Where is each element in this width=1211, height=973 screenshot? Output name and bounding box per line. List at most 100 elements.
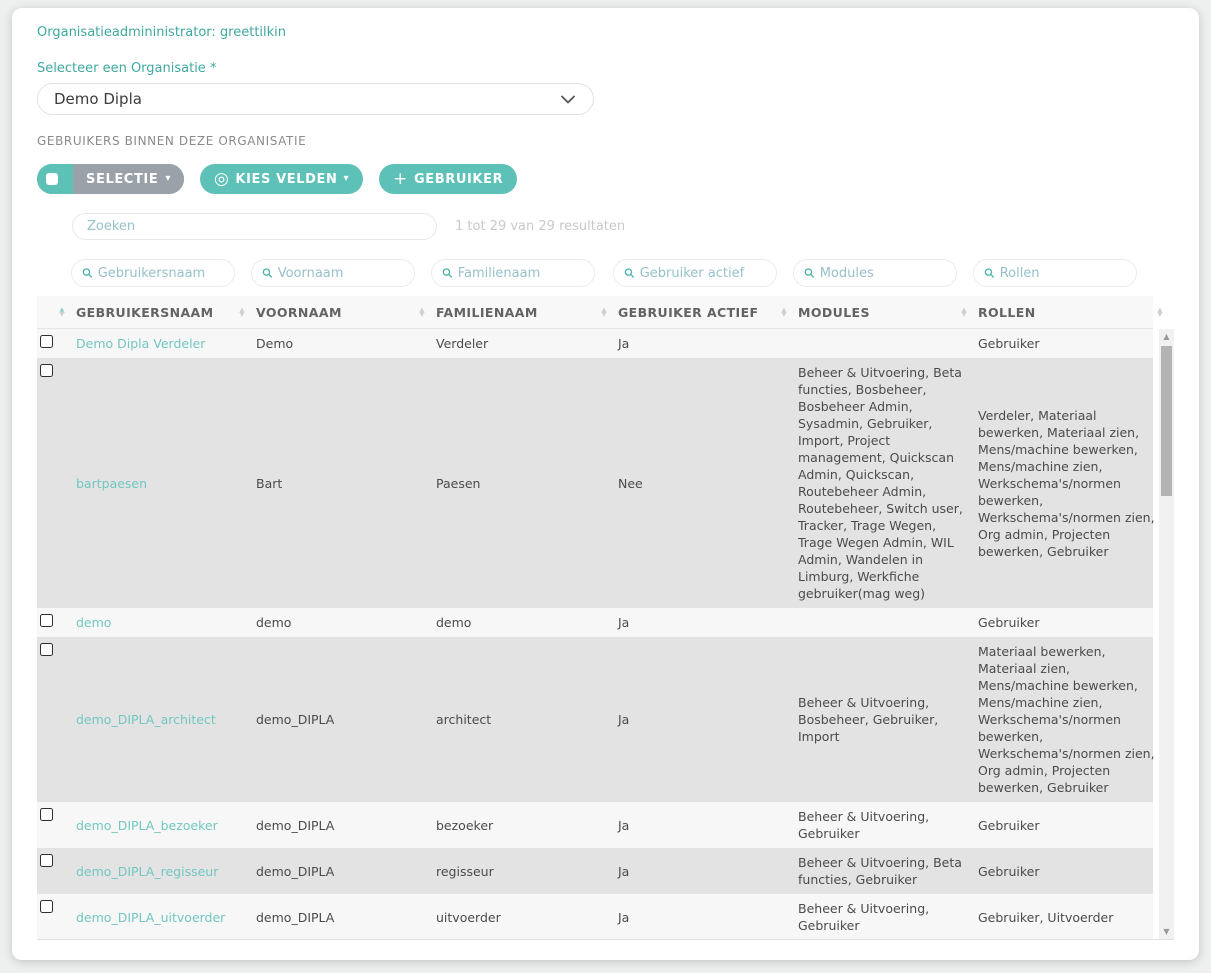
header-gebruiker-actief[interactable]: GEBRUIKER ACTIEF ▲▼ [613,296,793,328]
row-checkbox[interactable] [40,335,53,348]
username-link[interactable]: bartpaesen [71,358,251,608]
sort-icon[interactable]: ▲▼ [419,308,431,317]
sort-icon[interactable]: ▲▼ [961,308,973,317]
actief-cell: Ja [613,848,793,894]
familienaam-cell: Verdeler [431,329,613,358]
header-modules[interactable]: MODULES ▲▼ [793,296,973,328]
organisation-select[interactable]: Demo Dipla [37,83,594,115]
voornaam-cell: demo_DIPLA [251,848,431,894]
results-count: 1 tot 29 van 29 resultaten [455,219,625,234]
filter-gebruikersnaam[interactable] [71,259,235,287]
sort-icon[interactable]: ▲▼ [59,308,71,317]
familienaam-cell: Paesen [431,358,613,608]
filter-familienaam-input[interactable] [458,266,586,281]
filter-rollen[interactable] [973,259,1137,287]
row-checkbox[interactable] [40,854,53,867]
rollen-cell: Gebruiker [973,608,1169,637]
filter-modules-input[interactable] [820,266,948,281]
sort-icon[interactable]: ▲▼ [1157,308,1169,317]
selectie-checkbox-segment[interactable] [37,164,67,194]
actief-cell: Ja [613,637,793,802]
table-row: bartpaesen Bart Paesen Nee Beheer & Uitv… [37,358,1153,608]
header-voornaam[interactable]: VOORNAAM ▲▼ [251,296,431,328]
table-row: demo_DIPLA_architect demo_DIPLA architec… [37,637,1153,802]
eye-icon: ◎ [214,171,229,188]
org-admin-label: Organisatieadmininistrator: greettilkin [37,25,1174,40]
header-rollen[interactable]: ROLLEN ▲▼ [973,296,1169,328]
username-link[interactable]: demo_DIPLA_architect [71,637,251,802]
caret-down-icon: ▾ [165,174,171,184]
table-row: Demo Dipla Verdeler Demo Verdeler Ja Geb… [37,329,1153,358]
table-row: demo_DIPLA_regisseur demo_DIPLA regisseu… [37,848,1153,894]
actief-cell: Ja [613,608,793,637]
row-checkbox[interactable] [40,808,53,821]
selectie-button[interactable]: SELECTIE ▾ [37,164,184,194]
familienaam-cell: architect [431,637,613,802]
table-row: demo_DIPLA_bezoeker demo_DIPLA bezoeker … [37,802,1153,848]
voornaam-cell: Demo [251,329,431,358]
scrollbar-thumb[interactable] [1161,346,1172,496]
sort-icon[interactable]: ▲▼ [239,308,251,317]
modules-cell: Beheer & Uitvoering, Beta functies, Gebr… [793,848,973,894]
search-icon [624,267,635,279]
voornaam-cell: demo_DIPLA [251,637,431,802]
sort-icon[interactable]: ▲▼ [601,308,613,317]
rollen-cell: Gebruiker, Uitvoerder [973,894,1169,940]
modules-cell [793,329,973,358]
row-checkbox[interactable] [40,614,53,627]
add-gebruiker-button[interactable]: + GEBRUIKER [379,164,517,194]
username-link[interactable]: demo_DIPLA_bezoeker [71,802,251,848]
search-icon [82,267,93,279]
filter-gebruiker-actief[interactable] [613,259,777,287]
selectie-label-segment[interactable]: SELECTIE ▾ [73,164,184,194]
table-row: demo demo demo Ja Gebruiker [37,608,1153,637]
modules-cell: Beheer & Uitvoering, Gebruiker [793,802,973,848]
voornaam-cell: demo_DIPLA [251,894,431,940]
rollen-cell: Gebruiker [973,848,1169,894]
actief-cell: Ja [613,329,793,358]
search-input[interactable] [72,213,437,240]
filter-gebruikersnaam-input[interactable] [98,266,226,281]
username-link[interactable]: demo [71,608,251,637]
toolbar: SELECTIE ▾ ◎ KIES VELDEN ▾ + GEBRUIKER [37,164,1174,194]
row-checkbox[interactable] [40,900,53,913]
search-icon [442,267,453,279]
filter-voornaam[interactable] [251,259,415,287]
modules-cell: Beheer & Uitvoering, Gebruiker [793,894,973,940]
filter-rollen-input[interactable] [1000,266,1128,281]
search-icon [804,267,815,279]
table-header: ▲▼ GEBRUIKERSNAAM ▲▼ VOORNAAM ▲▼ FAMILIE… [37,296,1153,329]
column-filters [37,259,1174,287]
sort-icon[interactable]: ▲▼ [781,308,793,317]
row-checkbox[interactable] [40,364,53,377]
table-row: demo_DIPLA_uitvoerder demo_DIPLA uitvoer… [37,894,1153,940]
username-link[interactable]: demo_DIPLA_uitvoerder [71,894,251,940]
vertical-scrollbar[interactable]: ▲ ▼ [1159,329,1174,939]
filter-voornaam-input[interactable] [278,266,406,281]
search-icon [984,267,995,279]
table-body: Demo Dipla Verdeler Demo Verdeler Ja Geb… [37,329,1174,940]
checkbox-icon [46,173,58,185]
rollen-cell: Verdeler, Materiaal bewerken, Materiaal … [973,358,1169,608]
header-gebruikersnaam[interactable]: GEBRUIKERSNAAM ▲▼ [71,296,251,328]
filter-modules[interactable] [793,259,957,287]
modules-cell: Beheer & Uitvoering, Beta functies, Bosb… [793,358,973,608]
modules-cell: Beheer & Uitvoering, Bosbeheer, Gebruike… [793,637,973,802]
row-checkbox[interactable] [40,643,53,656]
actief-cell: Nee [613,358,793,608]
filter-gebruiker-actief-input[interactable] [640,266,768,281]
username-link[interactable]: Demo Dipla Verdeler [71,329,251,358]
actief-cell: Ja [613,802,793,848]
plus-icon: + [393,171,408,188]
scroll-down-icon[interactable]: ▼ [1163,924,1169,939]
kies-velden-button[interactable]: ◎ KIES VELDEN ▾ [200,164,363,194]
scroll-up-icon[interactable]: ▲ [1163,329,1169,344]
familienaam-cell: bezoeker [431,802,613,848]
add-gebruiker-button-label: GEBRUIKER [414,172,503,187]
section-title: GEBRUIKERS BINNEN DEZE ORGANISATIE [37,134,1174,148]
filter-familienaam[interactable] [431,259,595,287]
header-familienaam[interactable]: FAMILIENAAM ▲▼ [431,296,613,328]
rollen-cell: Gebruiker [973,329,1169,358]
username-link[interactable]: demo_DIPLA_regisseur [71,848,251,894]
modules-cell [793,608,973,637]
